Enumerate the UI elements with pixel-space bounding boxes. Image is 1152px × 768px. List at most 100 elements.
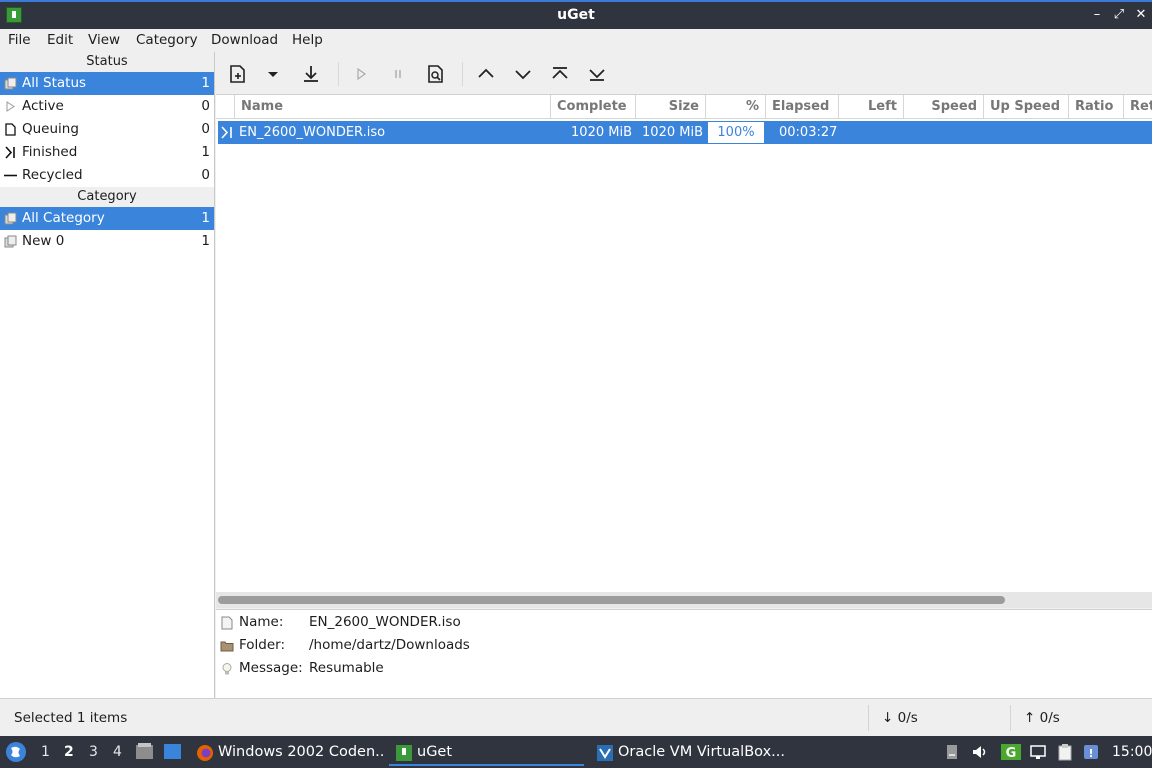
horizontal-scrollbar[interactable]: [216, 592, 1152, 608]
column-header-left[interactable]: Left: [838, 95, 903, 119]
sidebar-item-count: 1: [201, 210, 210, 226]
status-bar: Selected 1 items ↓ 0/s ↑ 0/s: [0, 698, 1152, 736]
download-speed: ↓ 0/s: [882, 710, 918, 726]
close-icon[interactable]: ✕: [1133, 6, 1149, 24]
finished-icon: [221, 126, 232, 139]
column-header-retry[interactable]: Ret: [1123, 95, 1152, 119]
cell-name: EN_2600_WONDER.iso: [239, 125, 386, 140]
download-icon[interactable]: [300, 63, 322, 85]
download-table: Name Complete Size % Elapsed Left Speed …: [216, 95, 1152, 595]
uget-tray-icon[interactable]: G: [1000, 743, 1022, 761]
sidebar-item-count: 0: [201, 167, 210, 183]
sidebar-item-count: 0: [201, 98, 210, 114]
menu-category[interactable]: Category: [136, 32, 198, 48]
sidebar-item-all-status[interactable]: All Status 1: [0, 72, 214, 95]
all-status-icon: [4, 77, 17, 90]
toolbar: [216, 52, 1152, 95]
cell-elapsed: 00:03:27: [779, 125, 838, 140]
upload-speed: ↑ 0/s: [1024, 710, 1060, 726]
sidebar-item-label: All Status: [22, 75, 87, 91]
column-header-up-speed[interactable]: Up Speed: [983, 95, 1068, 119]
recycled-icon: [4, 174, 17, 177]
minimize-icon[interactable]: –: [1089, 6, 1105, 24]
sidebar-item-new-0[interactable]: New 0 1: [0, 230, 214, 253]
sidebar-item-label: Active: [22, 98, 64, 114]
task-uget[interactable]: uGet: [389, 738, 584, 766]
window-title: uGet: [557, 7, 595, 23]
sidebar: Status All Status 1 Active 0 Queuing 0 F…: [0, 52, 215, 698]
taskbar: 1 2 3 4 Windows 2002 Coden... uGet Oracl…: [0, 736, 1152, 768]
move-top-icon[interactable]: [549, 63, 571, 85]
task-label: uGet: [417, 744, 453, 760]
start-icon[interactable]: [350, 63, 372, 85]
workspace-3[interactable]: 3: [89, 744, 98, 760]
task-virtualbox[interactable]: Oracle VM VirtualBox...: [590, 738, 790, 766]
column-header-speed[interactable]: Speed: [903, 95, 983, 119]
menu-bar: File Edit View Category Download Help: [0, 29, 1152, 52]
category-icon: [4, 212, 17, 225]
start-menu-icon[interactable]: [5, 741, 27, 763]
info-folder-value: /home/dartz/Downloads: [309, 637, 470, 653]
task-firefox[interactable]: Windows 2002 Coden...: [190, 738, 383, 766]
sidebar-item-queuing[interactable]: Queuing 0: [0, 118, 214, 141]
table-row[interactable]: EN_2600_WONDER.iso 1020 MiB 1020 MiB 100…: [218, 121, 1152, 144]
network-icon[interactable]: [1029, 743, 1047, 761]
column-header-size[interactable]: Size: [635, 95, 705, 119]
sidebar-item-label: All Category: [22, 210, 105, 226]
cell-size: 1020 MiB: [642, 125, 703, 140]
column-header-complete[interactable]: Complete: [550, 95, 635, 119]
document-icon: [5, 123, 16, 136]
menu-file[interactable]: File: [8, 32, 31, 48]
status-separator: [1010, 705, 1011, 731]
sidebar-item-all-category[interactable]: All Category 1: [0, 207, 214, 230]
workspace-4[interactable]: 4: [113, 744, 122, 760]
properties-icon[interactable]: [425, 63, 447, 85]
info-name-label: Name:: [239, 614, 284, 630]
move-down-icon[interactable]: [512, 63, 534, 85]
task-label: Oracle VM VirtualBox...: [618, 744, 785, 760]
notification-icon[interactable]: !: [1082, 743, 1100, 761]
maximize-icon[interactable]: ⤢: [1111, 6, 1127, 24]
sidebar-item-active[interactable]: Active 0: [0, 95, 214, 118]
volume-icon[interactable]: [971, 743, 989, 761]
file-icon: [221, 616, 233, 630]
play-icon: [6, 101, 15, 112]
info-message-value: Resumable: [309, 660, 384, 676]
workspace-2[interactable]: 2: [64, 744, 74, 760]
workspace-1[interactable]: 1: [41, 744, 50, 760]
move-bottom-icon[interactable]: [586, 63, 608, 85]
sidebar-item-recycled[interactable]: Recycled 0: [0, 164, 214, 187]
sidebar-item-finished[interactable]: Finished 1: [0, 141, 214, 164]
menu-download[interactable]: Download: [211, 32, 278, 48]
menu-help[interactable]: Help: [292, 32, 323, 48]
desktop-icon[interactable]: [163, 742, 182, 761]
table-header: Name Complete Size % Elapsed Left Speed …: [216, 95, 1152, 119]
cell-complete: 1020 MiB: [571, 125, 632, 140]
info-panel: Name: EN_2600_WONDER.iso Folder: /home/d…: [216, 609, 1152, 698]
column-header-elapsed[interactable]: Elapsed: [765, 95, 838, 119]
folder-icon: [220, 641, 234, 652]
uget-icon: [396, 745, 412, 761]
info-folder-label: Folder:: [239, 637, 286, 653]
column-header-ratio[interactable]: Ratio: [1068, 95, 1123, 119]
toolbar-separator: [338, 62, 339, 86]
selected-count: Selected 1 items: [14, 710, 128, 726]
file-manager-icon[interactable]: [135, 742, 154, 761]
chevron-down-icon[interactable]: [262, 63, 284, 85]
storage-icon[interactable]: [943, 743, 961, 761]
progress-bar: 100%: [708, 122, 764, 143]
sidebar-item-count: 1: [201, 233, 210, 249]
clipboard-icon[interactable]: [1056, 743, 1074, 761]
column-header-percent[interactable]: %: [705, 95, 765, 119]
firefox-icon: [197, 745, 213, 761]
clock: 15:00: [1112, 744, 1152, 760]
scrollbar-thumb[interactable]: [218, 596, 1005, 604]
menu-edit[interactable]: Edit: [47, 32, 73, 48]
menu-view[interactable]: View: [88, 32, 120, 48]
toolbar-separator: [462, 62, 463, 86]
pause-icon[interactable]: [387, 63, 409, 85]
column-header-name[interactable]: Name: [234, 95, 550, 119]
lightbulb-icon: [222, 663, 232, 675]
new-download-icon[interactable]: [227, 63, 249, 85]
move-up-icon[interactable]: [475, 63, 497, 85]
